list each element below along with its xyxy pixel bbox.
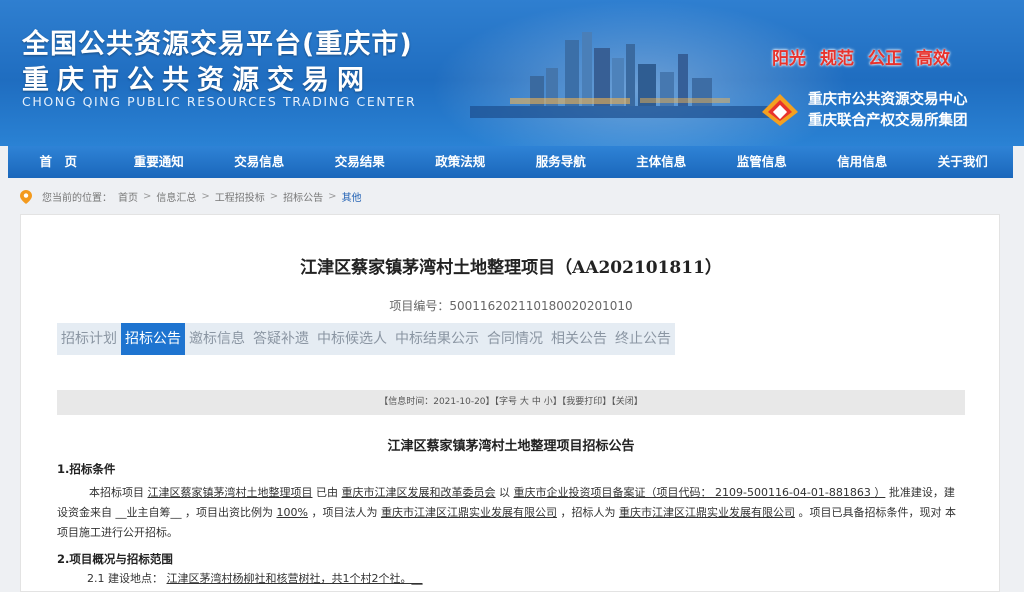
underlined-value: 江津区茅湾村杨柳社和核营树社，共1个村2个社。__ [166, 572, 423, 585]
project-code: 项目编号：500116202110180020201010 [21, 297, 1001, 314]
nav-supervision[interactable]: 监管信息 [712, 146, 813, 178]
project-code-value: 500116202110180020201010 [449, 299, 633, 313]
tab-award-result[interactable]: 中标结果公示 [391, 323, 483, 355]
tab-termination[interactable]: 终止公告 [611, 323, 675, 355]
breadcrumb-home[interactable]: 首页 [118, 189, 138, 204]
city-skyline-image [470, 32, 770, 118]
underlined-value: 江津区蔡家镇茅湾村土地整理项目 [147, 486, 313, 499]
underlined-value: 重庆市企业投资项目备案证（项目代码： 2109-500116-04-01-881… [514, 486, 886, 499]
nav-trade-results[interactable]: 交易结果 [310, 146, 411, 178]
main-nav: 首 页 重要通知 交易信息 交易结果 政策法规 服务导航 主体信息 监管信息 信… [8, 146, 1013, 178]
notice-title: 江津区蔡家镇茅湾村土地整理项目招标公告 [387, 439, 635, 454]
breadcrumb-sep: > [201, 191, 210, 202]
breadcrumb-engineering[interactable]: 工程招投标 [215, 189, 265, 204]
org-name-line2: 重庆联合产权交易所集团 [808, 113, 968, 129]
nav-about[interactable]: 关于我们 [913, 146, 1014, 178]
site-title-english: CHONG QING PUBLIC RESOURCES TRADING CENT… [22, 94, 417, 109]
org-logo-icon [762, 94, 798, 126]
font-size-label: 【字号 [494, 397, 518, 407]
tab-candidates[interactable]: 中标候选人 [313, 323, 391, 355]
section-heading: 2.项目概况与招标范围 [57, 552, 173, 566]
tab-tender-plan[interactable]: 招标计划 [57, 323, 121, 355]
tab-contract[interactable]: 合同情况 [483, 323, 547, 355]
notice-paragraph: 本招标项目 江津区蔡家镇茅湾村土地整理项目 已由 重庆市江津区发展和改革委员会 … [57, 483, 962, 543]
breadcrumb: 您当前的位置： 首页 > 信息汇总 > 工程招投标 > 招标公告 > 其他 [20, 189, 362, 204]
tab-tender-notice[interactable]: 招标公告 [121, 323, 185, 355]
info-bar: 【信息时间：2021-10-20】【字号 大 中 小】【我要打印】【关闭】 [57, 390, 965, 415]
org-name: 重庆市公共资源交易中心 重庆联合产权交易所集团 [808, 90, 968, 132]
text: ，招标人为 [560, 506, 616, 519]
site-title-line2: 重庆市公共资源交易网 [22, 65, 372, 96]
underlined-value: 重庆市江津区江鼎实业发展有限公司 [380, 506, 557, 519]
breadcrumb-sep: > [269, 191, 279, 202]
nav-notices[interactable]: 重要通知 [109, 146, 210, 178]
header-banner: 全国公共资源交易平台(重庆市) 重庆市公共资源交易网 CHONG QING PU… [0, 0, 1024, 146]
underlined-value: 100% [276, 506, 308, 519]
project-title: 江津区蔡家镇茅湾村土地整理项目（AA202101811） [300, 258, 722, 278]
tab-invitation[interactable]: 邀标信息 [185, 323, 249, 355]
slogan-item: 规范 [820, 49, 854, 69]
font-size-large[interactable]: 大 [520, 397, 529, 407]
font-size-small[interactable]: 小 [544, 397, 553, 407]
slogans: 阳光 规范 公正 高效 [772, 44, 950, 69]
info-date: 【信息时间：2021-10-20】 [379, 397, 495, 407]
site-title-line1: 全国公共资源交易平台(重庆市) [22, 29, 413, 60]
doc-end: ） [874, 486, 886, 499]
underlined-value: 重庆市江津区发展和改革委员会 [341, 486, 496, 499]
font-size-medium[interactable]: 中 [532, 397, 541, 407]
slogan-item: 高效 [916, 49, 950, 69]
nav-entity-info[interactable]: 主体信息 [611, 146, 712, 178]
nav-trade-info[interactable]: 交易信息 [209, 146, 310, 178]
breadcrumb-current: 其他 [341, 193, 362, 204]
nav-policies[interactable]: 政策法规 [410, 146, 511, 178]
project-code-ref: 2109-500116-04-01-881863 [715, 486, 871, 499]
print-link[interactable]: 【我要打印】 [562, 397, 612, 407]
breadcrumb-sep: > [143, 191, 152, 202]
breadcrumb-info-summary[interactable]: 信息汇总 [156, 189, 196, 204]
text: 以 [499, 486, 510, 499]
nav-home[interactable]: 首 页 [8, 146, 109, 178]
slogan-item: 阳光 [772, 49, 806, 69]
section-heading: 1.招标条件 [57, 462, 116, 476]
breadcrumb-tender-notice[interactable]: 招标公告 [283, 189, 323, 204]
text: ，项目法人为 [311, 506, 378, 519]
close-link[interactable]: 【关闭】 [611, 397, 643, 407]
text: 2.1 建设地点： [87, 572, 163, 585]
nav-service-guide[interactable]: 服务导航 [511, 146, 612, 178]
tab-related[interactable]: 相关公告 [547, 323, 611, 355]
breadcrumb-prefix: 您当前的位置： [42, 193, 112, 204]
tab-qa-supplement[interactable]: 答疑补遗 [249, 323, 313, 355]
org-name-line1: 重庆市公共资源交易中心 [808, 92, 968, 108]
project-tabs: 招标计划 招标公告 邀标信息 答疑补遗 中标候选人 中标结果公示 合同情况 相关… [57, 323, 675, 355]
underlined-value: 重庆市江津区江鼎实业发展有限公司 [618, 506, 795, 519]
text: ，项目出资比例为 [185, 506, 273, 519]
text: 本招标项目 [89, 486, 144, 499]
slogan-item: 公正 [868, 49, 902, 69]
notice-paragraph: 2.1 建设地点： 江津区茅湾村杨柳社和核营树社，共1个村2个社。__ [87, 569, 957, 589]
text: 已由 [316, 486, 338, 499]
font-size-close: 】 [552, 397, 562, 407]
breadcrumb-sep: > [328, 191, 337, 202]
location-pin-icon [20, 189, 32, 204]
content-panel: 江津区蔡家镇茅湾村土地整理项目（AA202101811） 项目编号：500116… [20, 214, 1000, 592]
doc-text: 重庆市企业投资项目备案证（项目代码： [513, 486, 712, 499]
project-code-label: 项目编号： [389, 299, 450, 313]
nav-credit[interactable]: 信用信息 [812, 146, 913, 178]
underlined-value: __业主自筹__ [115, 506, 182, 519]
